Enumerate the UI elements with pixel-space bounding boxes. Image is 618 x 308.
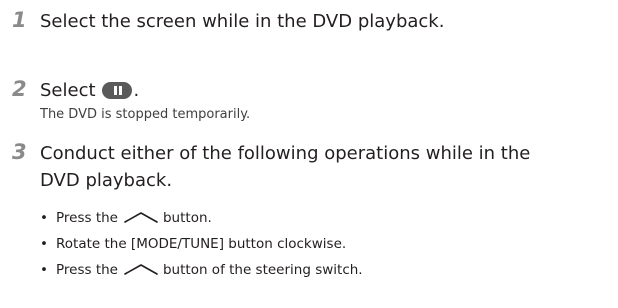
step-note: The DVD is stopped temporarily. bbox=[40, 107, 251, 122]
step-number: 2 bbox=[12, 77, 27, 101]
bullet-text: Press the bbox=[56, 210, 118, 226]
bullet-text: button of the steering switch. bbox=[162, 262, 363, 278]
list-item: • Rotate the [MODE/TUNE] button clockwise… bbox=[40, 231, 363, 257]
list-item: • Press the button of the steering switch. bbox=[40, 257, 363, 283]
list-item: • Press the button. bbox=[40, 205, 363, 231]
operation-list: • Press the button. • Rotate the [MODE/TUNE… bbox=[40, 205, 363, 283]
up-chevron-icon bbox=[124, 211, 158, 223]
step-title-text: Select bbox=[40, 80, 96, 101]
step-title: Select the screen while in the DVD playb… bbox=[40, 11, 445, 32]
up-chevron-icon bbox=[124, 263, 158, 275]
bullet-dot: • bbox=[40, 210, 48, 226]
bullet-dot: • bbox=[40, 262, 48, 278]
step-number: 1 bbox=[12, 8, 27, 32]
step-title-line-1: Conduct either of the following operatio… bbox=[40, 143, 531, 164]
bullet-text: Rotate the [MODE/TUNE] button clockwise. bbox=[56, 236, 347, 252]
step-number: 3 bbox=[12, 140, 27, 164]
bullet-text: Press the bbox=[56, 262, 118, 278]
step-title-line-2: DVD playback. bbox=[40, 170, 173, 191]
pause-icon bbox=[101, 81, 132, 99]
step-title-end: . bbox=[133, 80, 140, 101]
step-title: Select. bbox=[40, 78, 139, 104]
bullet-dot: • bbox=[40, 236, 48, 252]
bullet-text: button. bbox=[162, 210, 212, 226]
